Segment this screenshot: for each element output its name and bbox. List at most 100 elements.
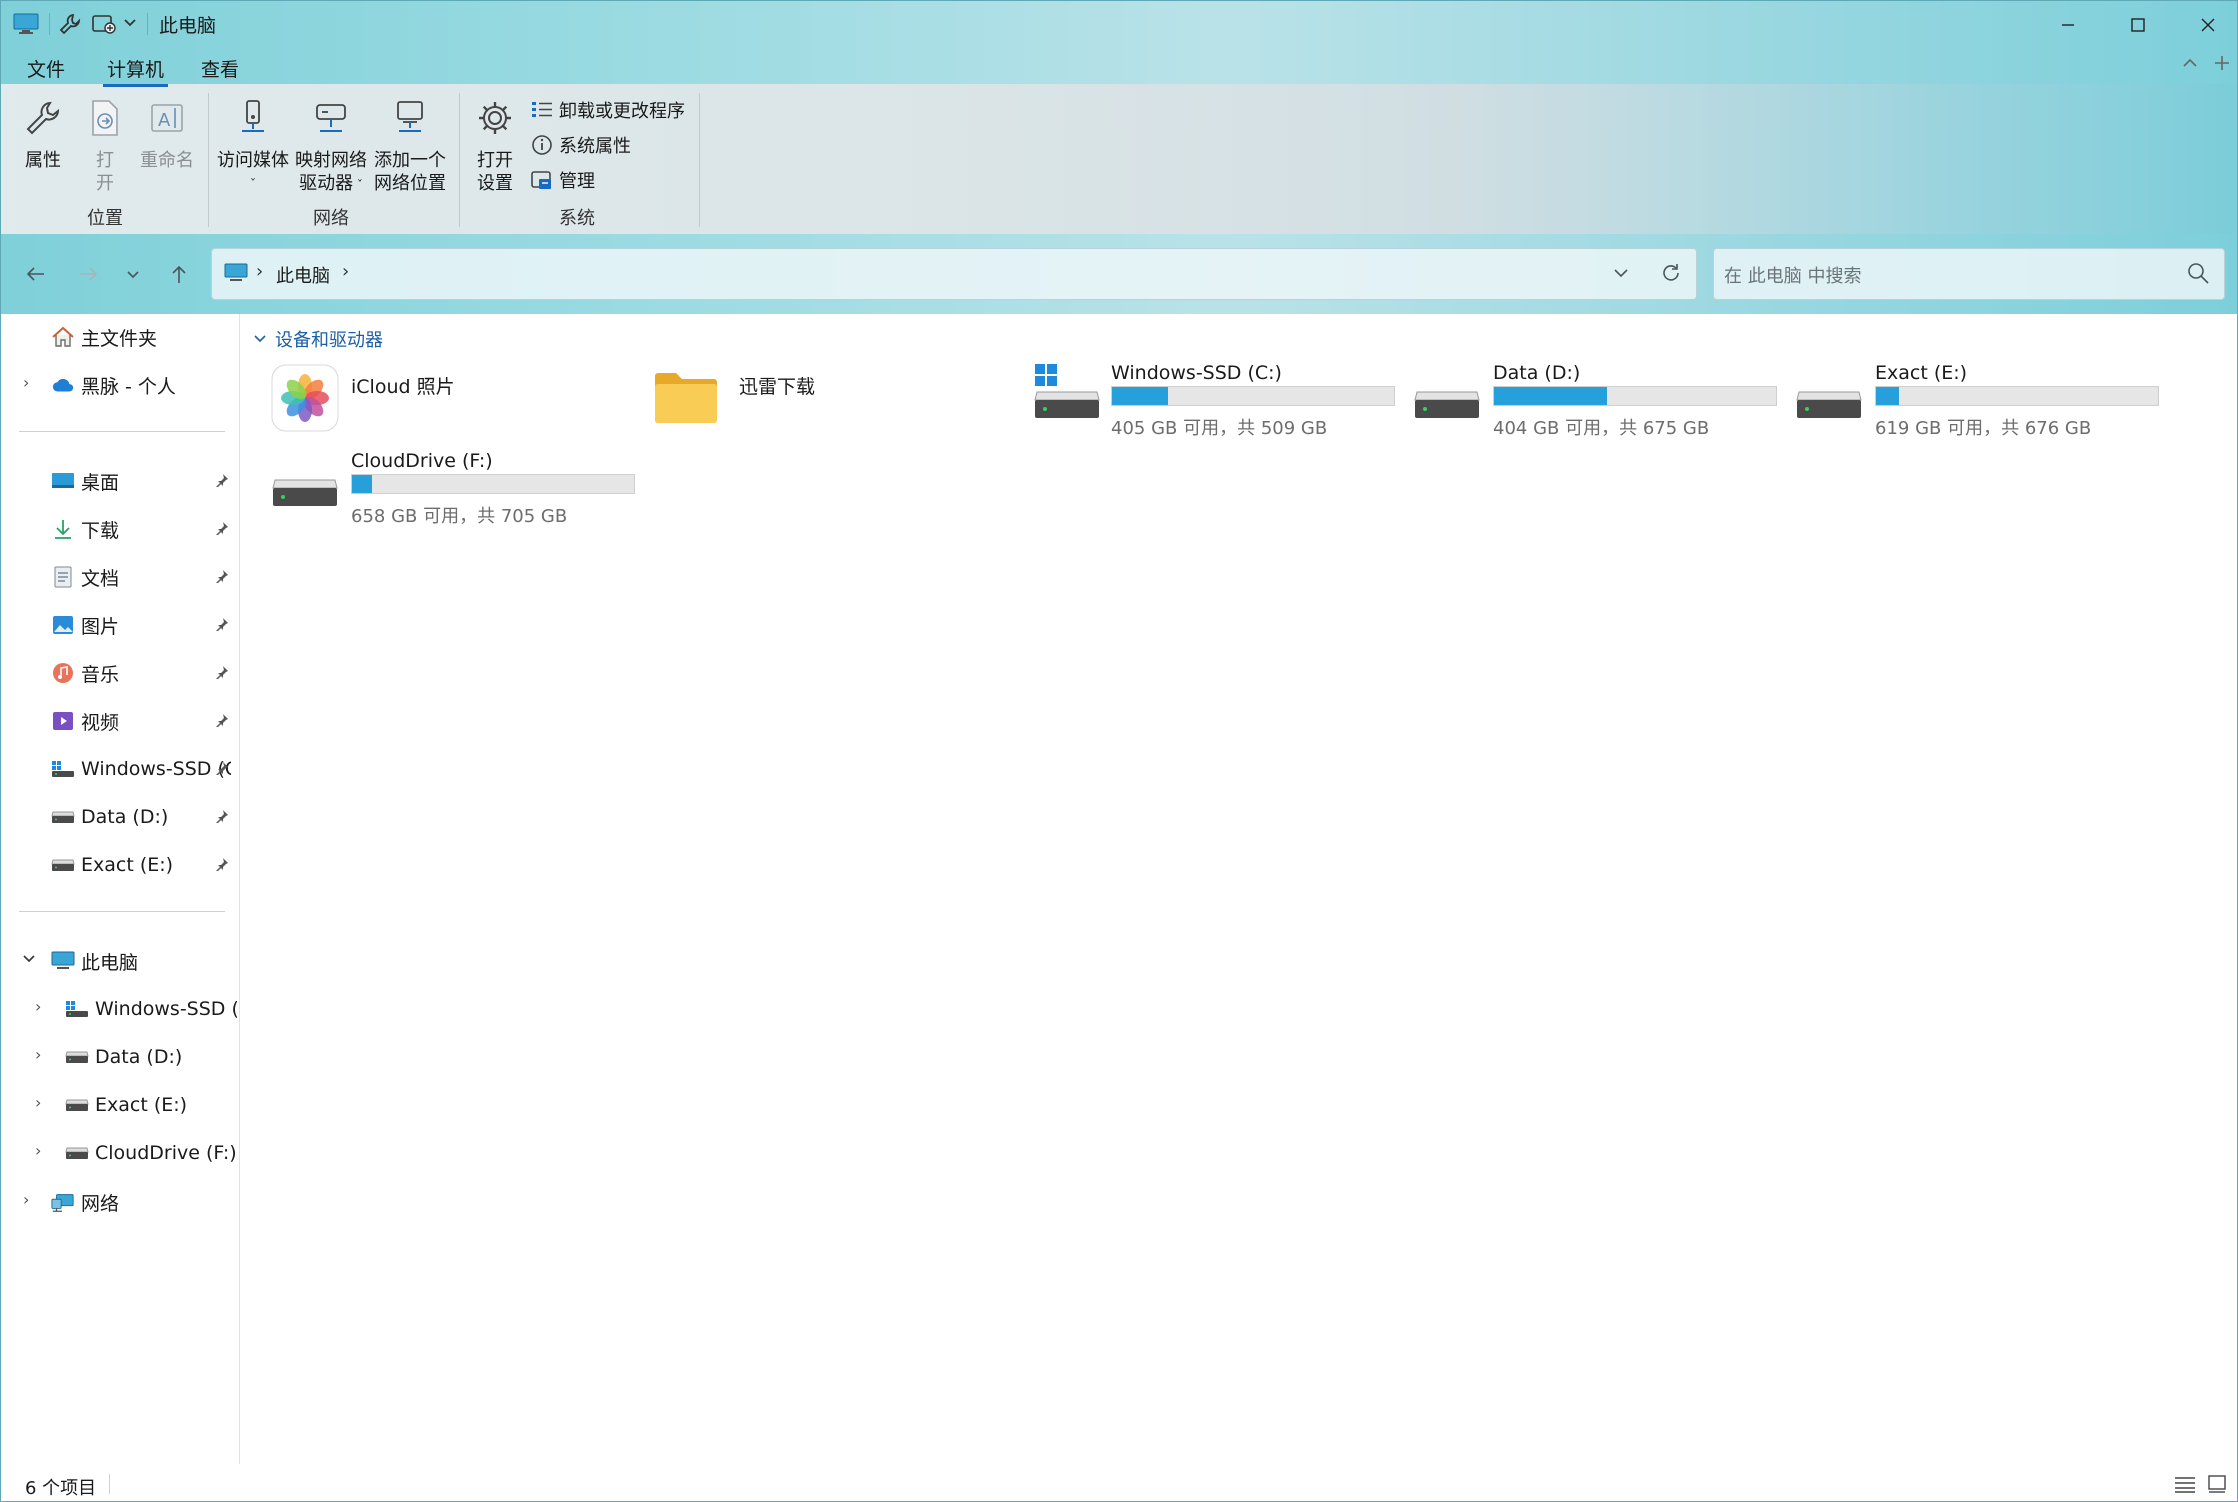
pin-icon[interactable] [215, 617, 229, 635]
new-folder-quick-icon[interactable] [91, 13, 117, 39]
map-drive-icon [293, 99, 369, 143]
pin-icon[interactable] [215, 713, 229, 731]
pin-icon[interactable] [215, 665, 229, 683]
collapse-chevron-icon[interactable] [21, 950, 37, 970]
address-history-dropdown-icon[interactable] [1612, 264, 1630, 286]
sidebar-item-pinned[interactable]: Data (D:) [51, 797, 231, 837]
breadcrumb-this-pc[interactable]: 此电脑 [276, 262, 330, 288]
access-media-button[interactable]: 访问媒体 ˇ [215, 99, 291, 197]
xunlei-download-folder[interactable]: 迅雷下载 [653, 364, 1013, 430]
forward-arrow-icon [80, 267, 98, 281]
group-divider [699, 93, 700, 227]
group-divider [459, 93, 460, 227]
sidebar-item-drive[interactable]: Data (D:) [65, 1037, 237, 1077]
sidebar-label: CloudDrive (F:) [95, 1142, 237, 1164]
sidebar-item-onedrive[interactable]: 黑脉 - 个人 [51, 365, 176, 405]
drive-name: CloudDrive (F:) [351, 450, 493, 472]
pin-icon[interactable] [215, 569, 229, 587]
sidebar-item-this-pc[interactable]: 此电脑 [51, 941, 138, 981]
expand-chevron-icon[interactable]: › [23, 1190, 29, 1209]
capacity-bar [351, 474, 635, 494]
sidebar-item-pinned[interactable]: Windows-SSD (C:) [51, 749, 231, 789]
divider [19, 431, 225, 432]
tiles-view-icon[interactable] [2207, 1474, 2227, 1498]
sidebar-item-network[interactable]: 网络 [51, 1182, 119, 1222]
expand-chevron-icon[interactable]: › [35, 1141, 41, 1160]
drive-tile-e[interactable]: Exact (E:) 619 GB 可用，共 676 GB [1795, 362, 2159, 442]
pin-icon[interactable] [215, 809, 229, 827]
maximize-button[interactable] [2103, 1, 2173, 49]
pin-icon[interactable] [215, 473, 229, 491]
expand-chevron-icon[interactable]: › [35, 1045, 41, 1064]
tab-file[interactable]: 文件 [23, 53, 69, 84]
breadcrumb-chevron-icon[interactable]: › [342, 261, 349, 282]
pin-icon[interactable] [215, 521, 229, 539]
pin-icon[interactable] [215, 761, 229, 779]
sidebar-label: 文档 [81, 567, 120, 590]
back-button[interactable] [17, 256, 53, 292]
open-settings-button[interactable]: 打开 设置 [471, 99, 519, 195]
properties-button[interactable]: 属性 [17, 99, 69, 172]
map-network-drive-button[interactable]: 映射网络 驱动器 ˇ [293, 99, 369, 197]
close-button[interactable] [2173, 1, 2237, 49]
expand-chevron-icon[interactable]: › [23, 373, 29, 392]
properties-quick-icon[interactable] [59, 13, 81, 39]
sidebar-item-pinned[interactable]: 桌面 [51, 461, 231, 501]
tab-view[interactable]: 查看 [197, 53, 243, 84]
divider [109, 1474, 110, 1494]
add-tab-icon[interactable] [2213, 53, 2231, 78]
uninstall-program-button[interactable]: 卸载或更改程序 [531, 97, 685, 123]
icloud-photos-item[interactable]: iCloud 照片 [271, 364, 631, 432]
pictures-icon [51, 613, 75, 637]
chevron-down-icon [127, 271, 139, 279]
open-label-2: 开 [96, 173, 114, 194]
add-network-location-button[interactable]: 添加一个 网络位置 [371, 99, 449, 195]
system-properties-button[interactable]: 系统属性 [531, 132, 631, 158]
minimize-button[interactable] [2033, 1, 2103, 49]
refresh-icon[interactable] [1660, 262, 1682, 288]
details-view-icon[interactable] [2173, 1474, 2197, 1498]
pin-icon[interactable] [215, 857, 229, 875]
home-icon [51, 325, 75, 349]
drive-name: Windows-SSD (C:) [1111, 362, 1282, 384]
drive-icon [51, 805, 75, 829]
program-list-icon [532, 102, 552, 117]
manage-button[interactable]: 管理 [531, 167, 595, 193]
expand-chevron-icon[interactable]: › [35, 997, 41, 1016]
sidebar-item-pinned[interactable]: 音乐 [51, 653, 231, 693]
collapse-ribbon-icon[interactable] [2181, 53, 2199, 78]
add-location-label-2: 网络位置 [374, 173, 446, 194]
sidebar-item-pinned[interactable]: 文档 [51, 557, 231, 597]
tab-computer[interactable]: 计算机 [103, 53, 169, 87]
sidebar-item-pinned[interactable]: 下载 [51, 509, 231, 549]
devices-section-header[interactable]: 设备和驱动器 [253, 326, 383, 352]
expand-chevron-icon[interactable]: › [35, 1093, 41, 1112]
section-title: 设备和驱动器 [275, 330, 383, 351]
system-group-label: 系统 [559, 208, 595, 229]
open-button[interactable]: 打 开 [85, 99, 125, 195]
search-input[interactable]: 在 此电脑 中搜索 [1724, 262, 1861, 288]
drive-icon [65, 1093, 89, 1117]
sidebar-item-pinned[interactable]: Exact (E:) [51, 845, 231, 885]
sidebar-item-home[interactable]: 主文件夹 [51, 317, 157, 357]
sidebar-item-drive[interactable]: Exact (E:) [65, 1085, 237, 1125]
address-bar[interactable]: › 此电脑 › [211, 248, 1697, 300]
sidebar-item-pinned[interactable]: 视频 [51, 701, 231, 741]
forward-button[interactable] [71, 256, 107, 292]
item-name: 迅雷下载 [739, 376, 816, 398]
recent-locations-button[interactable] [115, 256, 151, 292]
up-button[interactable] [161, 256, 197, 292]
sidebar-item-drive[interactable]: Windows-SSD (C:) [65, 989, 237, 1029]
search-icon[interactable] [2186, 261, 2210, 289]
rename-button[interactable]: A 重命名 [137, 99, 197, 172]
windows-drive-icon [1033, 362, 1101, 429]
search-box[interactable]: 在 此电脑 中搜索 [1713, 248, 2225, 300]
drive-tile-d[interactable]: Data (D:) 404 GB 可用，共 675 GB [1413, 362, 1777, 442]
drive-tile-f[interactable]: CloudDrive (F:) 658 GB 可用，共 705 GB [271, 450, 635, 530]
sidebar-item-drive[interactable]: CloudDrive (F:) [65, 1133, 237, 1173]
this-pc-icon [224, 263, 248, 287]
sidebar-item-pinned[interactable]: 图片 [51, 605, 231, 645]
drive-icon [271, 450, 339, 517]
quick-access-dropdown-icon[interactable] [123, 15, 137, 34]
drive-tile-c[interactable]: Windows-SSD (C:) 405 GB 可用，共 509 GB [1033, 362, 1395, 442]
